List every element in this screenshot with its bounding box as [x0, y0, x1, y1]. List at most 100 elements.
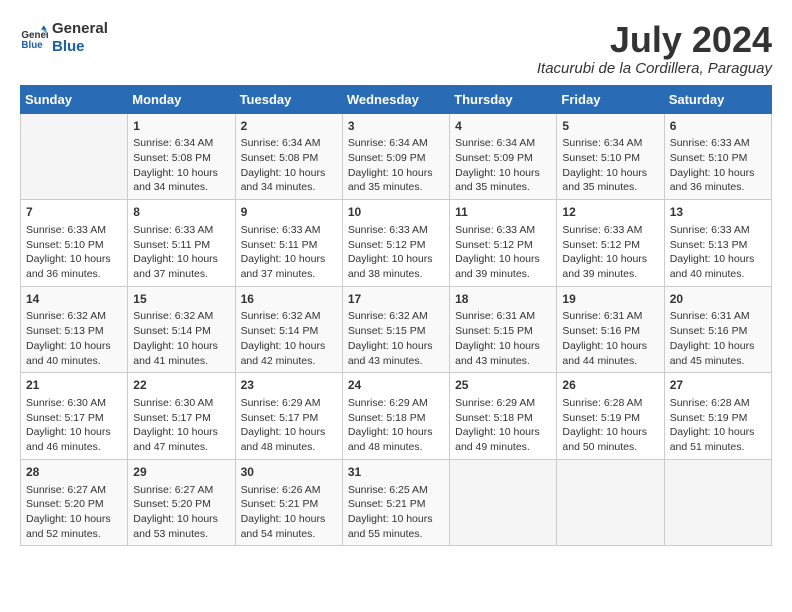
day-info: Sunrise: 6:28 AM Sunset: 5:19 PM Dayligh…: [562, 396, 658, 455]
day-info: Sunrise: 6:27 AM Sunset: 5:20 PM Dayligh…: [26, 483, 122, 542]
day-info: Sunrise: 6:32 AM Sunset: 5:15 PM Dayligh…: [348, 309, 444, 368]
col-tuesday: Tuesday: [235, 85, 342, 113]
day-info: Sunrise: 6:32 AM Sunset: 5:14 PM Dayligh…: [133, 309, 229, 368]
table-row: 26 Sunrise: 6:28 AM Sunset: 5:19 PM Dayli…: [557, 373, 664, 460]
day-number: 15: [133, 291, 229, 308]
table-row: 6Sunrise: 6:33 AM Sunset: 5:10 PM Daylig…: [664, 113, 771, 200]
day-number: 5: [562, 118, 658, 135]
day-number: 11: [455, 204, 551, 221]
table-row: [664, 459, 771, 546]
day-info: Sunrise: 6:33 AM Sunset: 5:11 PM Dayligh…: [241, 223, 337, 282]
day-info: Sunrise: 6:33 AM Sunset: 5:12 PM Dayligh…: [562, 223, 658, 282]
table-row: 10 Sunrise: 6:33 AM Sunset: 5:12 PM Dayli…: [342, 200, 449, 287]
table-row: 7 Sunrise: 6:33 AM Sunset: 5:10 PM Daylig…: [21, 200, 128, 287]
day-info: Sunrise: 6:33 AM Sunset: 5:13 PM Dayligh…: [670, 223, 766, 282]
day-number: 7: [26, 204, 122, 221]
day-number: 29: [133, 464, 229, 481]
day-info: Sunrise: 6:27 AM Sunset: 5:20 PM Dayligh…: [133, 483, 229, 542]
table-row: 24 Sunrise: 6:29 AM Sunset: 5:18 PM Dayli…: [342, 373, 449, 460]
day-info: Sunrise: 6:32 AM Sunset: 5:13 PM Dayligh…: [26, 309, 122, 368]
day-info: Sunrise: 6:25 AM Sunset: 5:21 PM Dayligh…: [348, 483, 444, 542]
day-number: 19: [562, 291, 658, 308]
calendar-table: Sunday Monday Tuesday Wednesday Thursday…: [20, 85, 772, 547]
table-row: 30 Sunrise: 6:26 AM Sunset: 5:21 PM Dayli…: [235, 459, 342, 546]
day-number: 30: [241, 464, 337, 481]
table-row: 1Sunrise: 6:34 AM Sunset: 5:08 PM Daylig…: [128, 113, 235, 200]
table-row: 27 Sunrise: 6:28 AM Sunset: 5:19 PM Dayli…: [664, 373, 771, 460]
table-row: 22 Sunrise: 6:30 AM Sunset: 5:17 PM Dayli…: [128, 373, 235, 460]
calendar-week-row: 21 Sunrise: 6:30 AM Sunset: 5:17 PM Dayli…: [21, 373, 772, 460]
day-number: 28: [26, 464, 122, 481]
day-number: 3: [348, 118, 444, 135]
calendar-week-row: 28 Sunrise: 6:27 AM Sunset: 5:20 PM Dayli…: [21, 459, 772, 546]
day-info: Sunrise: 6:31 AM Sunset: 5:16 PM Dayligh…: [670, 309, 766, 368]
day-number: 26: [562, 377, 658, 394]
day-info: Sunrise: 6:34 AM Sunset: 5:08 PM Dayligh…: [241, 136, 337, 195]
page-header: General Blue General Blue July 2024 Itac…: [20, 20, 772, 77]
col-sunday: Sunday: [21, 85, 128, 113]
calendar-week-row: 1Sunrise: 6:34 AM Sunset: 5:08 PM Daylig…: [21, 113, 772, 200]
logo: General Blue General Blue: [20, 20, 108, 56]
day-info: Sunrise: 6:31 AM Sunset: 5:16 PM Dayligh…: [562, 309, 658, 368]
day-info: Sunrise: 6:33 AM Sunset: 5:11 PM Dayligh…: [133, 223, 229, 282]
table-row: [450, 459, 557, 546]
table-row: 4Sunrise: 6:34 AM Sunset: 5:09 PM Daylig…: [450, 113, 557, 200]
day-number: 8: [133, 204, 229, 221]
day-info: Sunrise: 6:28 AM Sunset: 5:19 PM Dayligh…: [670, 396, 766, 455]
day-info: Sunrise: 6:29 AM Sunset: 5:18 PM Dayligh…: [348, 396, 444, 455]
day-number: 21: [26, 377, 122, 394]
col-saturday: Saturday: [664, 85, 771, 113]
day-info: Sunrise: 6:26 AM Sunset: 5:21 PM Dayligh…: [241, 483, 337, 542]
table-row: 19Sunrise: 6:31 AM Sunset: 5:16 PM Dayli…: [557, 286, 664, 373]
day-info: Sunrise: 6:33 AM Sunset: 5:10 PM Dayligh…: [26, 223, 122, 282]
col-monday: Monday: [128, 85, 235, 113]
day-number: 12: [562, 204, 658, 221]
day-number: 9: [241, 204, 337, 221]
day-number: 22: [133, 377, 229, 394]
table-row: 28 Sunrise: 6:27 AM Sunset: 5:20 PM Dayli…: [21, 459, 128, 546]
table-row: [557, 459, 664, 546]
day-number: 1: [133, 118, 229, 135]
location-subtitle: Itacurubi de la Cordillera, Paraguay: [537, 60, 772, 77]
table-row: [21, 113, 128, 200]
day-info: Sunrise: 6:34 AM Sunset: 5:10 PM Dayligh…: [562, 136, 658, 195]
day-number: 4: [455, 118, 551, 135]
table-row: 8 Sunrise: 6:33 AM Sunset: 5:11 PM Daylig…: [128, 200, 235, 287]
day-info: Sunrise: 6:34 AM Sunset: 5:09 PM Dayligh…: [348, 136, 444, 195]
day-number: 27: [670, 377, 766, 394]
day-number: 13: [670, 204, 766, 221]
svg-text:Blue: Blue: [21, 40, 43, 51]
calendar-week-row: 14Sunrise: 6:32 AM Sunset: 5:13 PM Dayli…: [21, 286, 772, 373]
day-info: Sunrise: 6:32 AM Sunset: 5:14 PM Dayligh…: [241, 309, 337, 368]
table-row: 17Sunrise: 6:32 AM Sunset: 5:15 PM Dayli…: [342, 286, 449, 373]
day-info: Sunrise: 6:29 AM Sunset: 5:18 PM Dayligh…: [455, 396, 551, 455]
table-row: 15Sunrise: 6:32 AM Sunset: 5:14 PM Dayli…: [128, 286, 235, 373]
table-row: 16Sunrise: 6:32 AM Sunset: 5:14 PM Dayli…: [235, 286, 342, 373]
day-info: Sunrise: 6:29 AM Sunset: 5:17 PM Dayligh…: [241, 396, 337, 455]
table-row: 14Sunrise: 6:32 AM Sunset: 5:13 PM Dayli…: [21, 286, 128, 373]
day-info: Sunrise: 6:33 AM Sunset: 5:12 PM Dayligh…: [348, 223, 444, 282]
day-number: 17: [348, 291, 444, 308]
day-info: Sunrise: 6:30 AM Sunset: 5:17 PM Dayligh…: [133, 396, 229, 455]
day-info: Sunrise: 6:33 AM Sunset: 5:10 PM Dayligh…: [670, 136, 766, 195]
table-row: 13 Sunrise: 6:33 AM Sunset: 5:13 PM Dayli…: [664, 200, 771, 287]
table-row: 25Sunrise: 6:29 AM Sunset: 5:18 PM Dayli…: [450, 373, 557, 460]
table-row: 20Sunrise: 6:31 AM Sunset: 5:16 PM Dayli…: [664, 286, 771, 373]
day-number: 16: [241, 291, 337, 308]
table-row: 11Sunrise: 6:33 AM Sunset: 5:12 PM Dayli…: [450, 200, 557, 287]
col-thursday: Thursday: [450, 85, 557, 113]
day-number: 24: [348, 377, 444, 394]
day-number: 20: [670, 291, 766, 308]
day-number: 10: [348, 204, 444, 221]
table-row: 29 Sunrise: 6:27 AM Sunset: 5:20 PM Dayli…: [128, 459, 235, 546]
table-row: 18Sunrise: 6:31 AM Sunset: 5:15 PM Dayli…: [450, 286, 557, 373]
day-info: Sunrise: 6:34 AM Sunset: 5:08 PM Dayligh…: [133, 136, 229, 195]
day-info: Sunrise: 6:34 AM Sunset: 5:09 PM Dayligh…: [455, 136, 551, 195]
table-row: 2Sunrise: 6:34 AM Sunset: 5:08 PM Daylig…: [235, 113, 342, 200]
logo-text: General Blue: [52, 20, 108, 56]
day-number: 18: [455, 291, 551, 308]
calendar-week-row: 7 Sunrise: 6:33 AM Sunset: 5:10 PM Daylig…: [21, 200, 772, 287]
table-row: 31Sunrise: 6:25 AM Sunset: 5:21 PM Dayli…: [342, 459, 449, 546]
day-number: 14: [26, 291, 122, 308]
month-year-title: July 2024: [537, 20, 772, 60]
